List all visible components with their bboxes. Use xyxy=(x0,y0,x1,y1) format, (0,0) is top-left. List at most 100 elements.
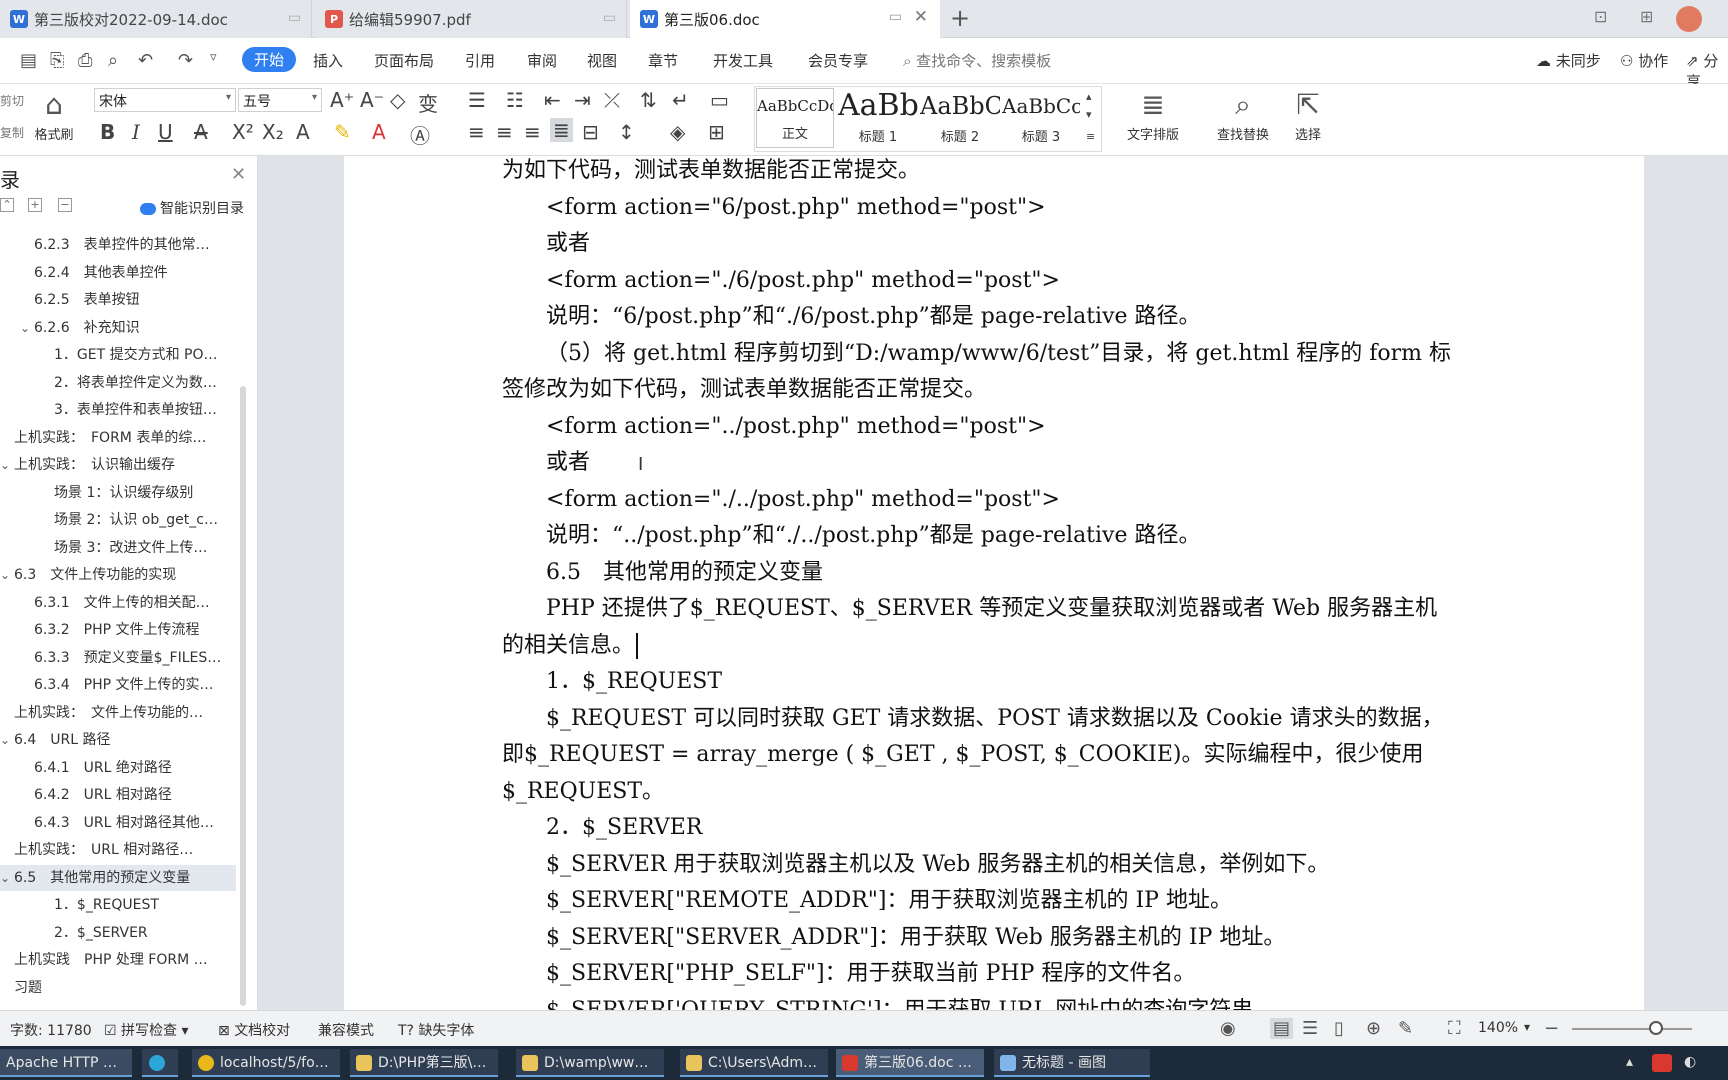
chevron-down-icon[interactable]: ⌄ xyxy=(0,727,10,753)
toc-item[interactable]: 习题 xyxy=(0,975,236,1001)
print-preview-icon[interactable]: ⌕ xyxy=(108,50,118,71)
doc-line[interactable]: <form action="./../post.php" method="pos… xyxy=(546,485,1060,515)
taskbar-item-folder-users[interactable]: C:\Users\Adm… xyxy=(680,1049,828,1077)
toc-item[interactable]: 上机实践： FORM 表单的综… xyxy=(0,425,236,451)
toc-item[interactable]: 场景 3：改进文件上传… xyxy=(0,535,236,561)
toc-item[interactable]: 6.3.4 PHP 文件上传的实… xyxy=(0,672,236,698)
taskbar-item-wps[interactable]: 第三版06.doc … xyxy=(836,1049,984,1077)
style-more-icon[interactable]: ≡ xyxy=(1086,130,1095,143)
save-icon[interactable]: ▤ xyxy=(20,50,37,71)
select-button[interactable]: ⇱ 选择 xyxy=(1282,88,1334,143)
ruler-icon[interactable]: ▭ xyxy=(710,88,729,112)
subscript-icon[interactable]: X₂ xyxy=(262,120,284,144)
toc-item[interactable]: 3．表单控件和表单按钮… xyxy=(0,397,236,423)
doc-line[interactable]: 说明：“6/post.php”和“./6/post.php”都是 page-re… xyxy=(546,302,1201,332)
doc-line[interactable]: 的相关信息。 xyxy=(502,631,634,661)
toc-item[interactable]: 场景 2：认识 ob_get_c… xyxy=(0,507,236,533)
taskbar-item-edge[interactable] xyxy=(142,1049,178,1077)
menu-page-layout[interactable]: 页面布局 xyxy=(374,50,434,71)
doc-line[interactable]: 为如下代码，测试表单数据能否正常提交。 xyxy=(502,156,920,186)
doc-line[interactable]: （5）将 get.html 程序剪切到“D:/wamp/www/6/test”目… xyxy=(546,339,1451,369)
toc-item[interactable]: ⌄ 6.2.6 补充知识 xyxy=(0,315,236,341)
ime-icon[interactable] xyxy=(1652,1054,1672,1072)
find-replace-button[interactable]: ⌕ 查找替换 xyxy=(1206,88,1280,143)
window-layout-icon[interactable]: ⊡ xyxy=(1594,7,1607,31)
toc-item[interactable]: 6.4.1 URL 绝对路径 xyxy=(0,755,236,781)
toc-item[interactable]: 6.4.3 URL 相对路径其他… xyxy=(0,810,236,836)
clear-format-icon[interactable]: ◇ xyxy=(390,88,405,112)
smart-toc-button[interactable]: 智能识别目录 xyxy=(140,198,244,218)
doc-line[interactable]: $_SERVER['QUERY_STRING']：用于获取 URL 网址中的查询… xyxy=(546,996,1253,1011)
toc-item[interactable]: 6.2.3 表单控件的其他常… xyxy=(0,232,236,258)
pen-icon[interactable]: ✎ xyxy=(1398,1018,1413,1039)
web-view-icon[interactable]: ⊕ xyxy=(1366,1018,1381,1039)
menu-insert[interactable]: 插入 xyxy=(313,50,343,71)
chevron-down-icon[interactable]: ⌄ xyxy=(20,315,30,341)
style-scroll-down-icon[interactable]: ▾ xyxy=(1086,108,1092,121)
doc-line[interactable]: <form action="./6/post.php" method="post… xyxy=(546,266,1060,296)
bullet-list-icon[interactable]: ☰ xyxy=(468,88,486,112)
doc-line[interactable]: 签修改为如下代码，测试表单数据能否正常提交。 xyxy=(502,375,986,405)
toc-item[interactable]: ⌄ 6.3 文件上传功能的实现 xyxy=(0,562,236,588)
doc-line[interactable]: 2．$_SERVER xyxy=(546,813,702,843)
taskbar-item-apache[interactable]: Apache HTTP … xyxy=(0,1049,132,1077)
highlight-icon[interactable]: ✎ xyxy=(334,120,351,144)
superscript-icon[interactable]: X² xyxy=(232,120,254,144)
align-right-icon[interactable]: ≡ xyxy=(524,120,541,144)
close-tab-icon[interactable]: ✕ xyxy=(914,7,928,27)
menu-view[interactable]: 视图 xyxy=(587,50,617,71)
align-left-icon[interactable]: ≡ xyxy=(468,120,485,144)
distribute-icon[interactable]: ⊟ xyxy=(582,120,599,144)
page-view-icon[interactable]: ▤ xyxy=(1270,1018,1294,1039)
toc-item[interactable]: 1．GET 提交方式和 PO… xyxy=(0,342,236,368)
toc-item[interactable]: 6.3.3 预定义变量$_FILES… xyxy=(0,645,236,671)
chinese-layout-icon[interactable]: ⤫ xyxy=(604,88,620,112)
shrink-font-icon[interactable]: A⁻ xyxy=(360,88,384,112)
line-spacing-icon[interactable]: ↕ xyxy=(618,120,635,144)
toc-item[interactable]: 6.3.1 文件上传的相关配… xyxy=(0,590,236,616)
zoom-level[interactable]: 140% xyxy=(1478,1020,1518,1036)
indent-icon[interactable]: ⇥ xyxy=(574,88,591,112)
grid-apps-icon[interactable]: ⊞ xyxy=(1640,7,1653,31)
shading-icon[interactable]: ◈ xyxy=(670,120,685,144)
toc-item[interactable]: 6.2.4 其他表单控件 xyxy=(0,260,236,286)
minus-icon[interactable]: − xyxy=(58,198,72,212)
new-tab-button[interactable]: + xyxy=(950,4,970,32)
style-scroll-up-icon[interactable]: ▴ xyxy=(1086,90,1092,103)
toc-item[interactable]: 2．$_SERVER xyxy=(0,920,236,946)
font-name-select[interactable]: 宋体 ▾ xyxy=(94,88,236,112)
style-heading-2[interactable]: AaBbC 标题 2 xyxy=(920,88,1000,148)
format-painter-button[interactable]: ⌂ 格式刷 xyxy=(30,88,78,143)
tab-doc-3[interactable]: W 第三版06.doc ▭ ✕ xyxy=(630,0,940,38)
show-marks-icon[interactable]: ↵ xyxy=(672,88,689,112)
borders-icon[interactable]: ⊞ xyxy=(708,120,725,144)
chevron-down-icon[interactable]: ⌄ xyxy=(0,865,10,891)
collaborate-button[interactable]: ⚇ 协作 xyxy=(1620,50,1668,71)
missing-font-button[interactable]: T? 缺失字体 xyxy=(398,1020,474,1040)
align-center-icon[interactable]: ≡ xyxy=(496,120,513,144)
justify-icon[interactable]: ≣ xyxy=(550,118,573,142)
text-effect-icon[interactable]: A xyxy=(296,120,310,144)
taskbar-item-chrome[interactable]: localhost/5/fo… xyxy=(192,1049,340,1077)
underline-icon[interactable]: U xyxy=(158,120,173,144)
collapse-icon[interactable]: ⌃ xyxy=(0,198,14,212)
scrollbar[interactable] xyxy=(240,386,246,1006)
toc-item[interactable]: ⌄ 6.4 URL 路径 xyxy=(0,727,236,753)
menu-home[interactable]: 开始 xyxy=(242,47,297,72)
outline-view-icon[interactable]: ☰ xyxy=(1302,1018,1318,1039)
expand-icon[interactable]: + xyxy=(28,198,42,212)
phonetic-icon[interactable]: 变 xyxy=(418,88,438,117)
avatar[interactable] xyxy=(1676,6,1702,32)
numbered-list-icon[interactable]: ☷ xyxy=(506,88,524,112)
style-normal[interactable]: AaBbCcDd 正文 xyxy=(756,88,834,148)
style-heading-1[interactable]: AaBb 标题 1 xyxy=(838,88,918,148)
sort-icon[interactable]: ⇅ xyxy=(640,88,657,112)
toc-item[interactable]: 1．$_REQUEST xyxy=(0,892,236,918)
bold-icon[interactable]: B xyxy=(100,120,115,144)
document-page[interactable]: 为如下代码，测试表单数据能否正常提交。 <form action="6/post.… xyxy=(344,156,1644,1010)
taskbar-item-paint[interactable]: 无标题 - 画图 xyxy=(994,1049,1150,1077)
menu-review[interactable]: 审阅 xyxy=(527,50,557,71)
grow-font-icon[interactable]: A⁺ xyxy=(330,88,354,112)
toc-item[interactable]: ⌄ 上机实践： 认识输出缓存 xyxy=(0,452,236,478)
strikethrough-icon[interactable]: A xyxy=(194,120,208,144)
